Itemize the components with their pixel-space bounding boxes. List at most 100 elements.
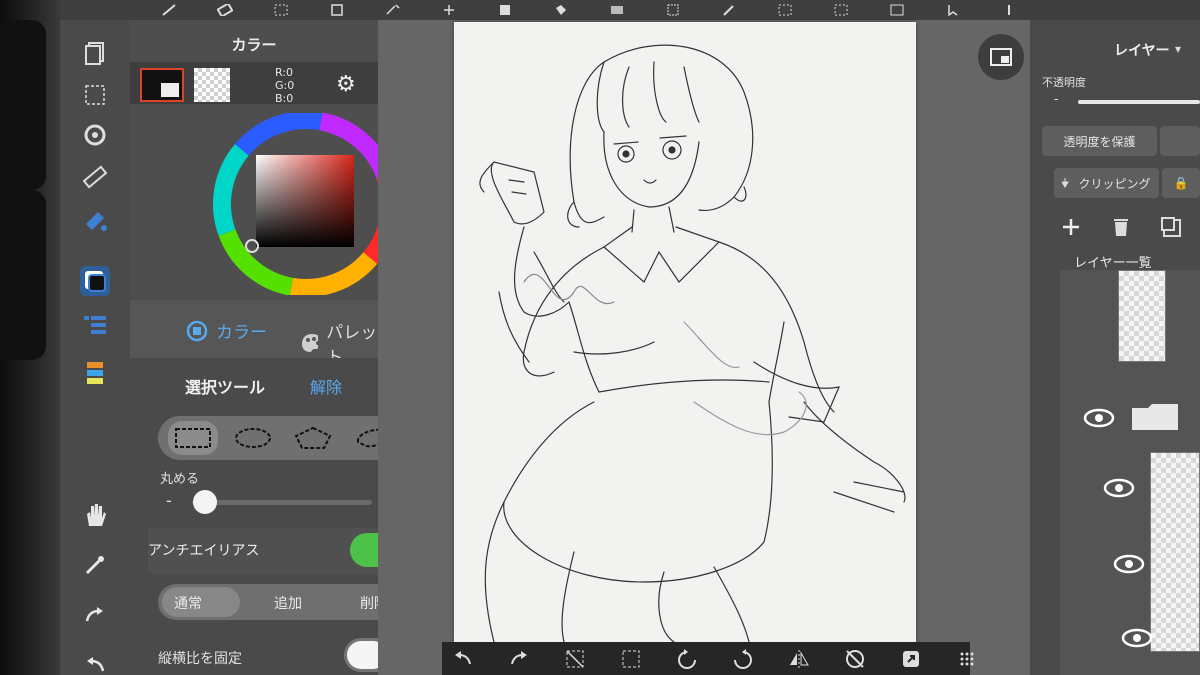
top-toolbar — [60, 0, 1200, 20]
eye-icon[interactable] — [1082, 408, 1116, 428]
clipping-button[interactable]: クリッピング — [1054, 168, 1159, 198]
tablet-bezel — [0, 0, 60, 675]
rotate-left-icon[interactable] — [676, 648, 698, 670]
round-corner-label: 丸める — [160, 472, 200, 487]
color-panel-icon[interactable] — [80, 266, 110, 296]
round-corner-slider[interactable] — [192, 500, 372, 505]
foreground-color-swatch[interactable] — [140, 68, 184, 102]
deselect-icon[interactable] — [564, 648, 586, 670]
bucket-icon[interactable] — [552, 4, 570, 16]
rgb-b-value: B:0 — [275, 92, 294, 105]
layer-list-icon[interactable] — [80, 310, 110, 340]
selection-tool-panel: 選択ツール 解除 丸める 0% - + アンチエイリアス 通常 追加 削除 — [130, 358, 428, 675]
swatch-row: R:0 G:0 B:0 ⚙ — [130, 62, 378, 105]
fill-icon[interactable] — [496, 4, 514, 16]
lock-icon[interactable]: 🔒 — [1162, 168, 1200, 198]
canvas-view-toggle-button[interactable] — [978, 34, 1024, 80]
select-eraser-icon[interactable] — [832, 4, 850, 16]
redo-bottom-icon[interactable] — [508, 648, 530, 670]
eraser-icon[interactable] — [216, 4, 234, 16]
selection-mode-segmented: 通常 追加 削除 — [158, 584, 414, 620]
antialias-label: アンチエイリアス — [148, 543, 260, 559]
fill-bucket-icon[interactable] — [80, 205, 110, 235]
magic-wand-icon[interactable] — [384, 4, 402, 16]
cursor-icon[interactable] — [944, 4, 962, 16]
tab-color[interactable]: カラー — [186, 318, 267, 343]
eyedropper-side-icon[interactable] — [80, 550, 110, 580]
mode-add[interactable]: 追加 — [274, 593, 302, 613]
gear-icon[interactable]: ⚙ — [336, 72, 356, 97]
menu-grid-icon[interactable] — [956, 648, 978, 670]
frame-icon[interactable] — [888, 4, 906, 16]
protect-alpha-button[interactable]: 透明度を保護 — [1042, 126, 1157, 156]
selection-shape-row — [158, 416, 412, 460]
clear-selection-button[interactable]: 解除 — [310, 374, 342, 398]
opacity-decrease-button[interactable]: - — [1054, 92, 1058, 106]
pages-icon[interactable] — [80, 38, 110, 68]
color-tab-row: カラー パレット — [130, 300, 378, 368]
selection-layer-icon[interactable] — [80, 80, 110, 110]
select-all-icon[interactable] — [620, 648, 642, 670]
select-pen-icon[interactable] — [776, 4, 794, 16]
clip-arrow-icon — [1062, 178, 1070, 188]
layer-thumbnail[interactable] — [1118, 270, 1166, 362]
hand-icon[interactable] — [80, 500, 110, 530]
selection-header: 選択ツール 解除 — [130, 358, 378, 410]
eye-icon[interactable] — [1112, 554, 1146, 574]
canvas-bottom-toolbar — [442, 642, 974, 675]
reset-rotation-icon[interactable] — [844, 648, 866, 670]
flip-horizontal-icon[interactable] — [788, 648, 810, 670]
clipping-label: クリッピング — [1078, 176, 1151, 191]
palette-icon — [302, 334, 319, 352]
slider-knob[interactable] — [193, 490, 217, 514]
layer-option-button[interactable] — [1160, 126, 1200, 156]
select-icon[interactable] — [272, 4, 290, 16]
text-icon[interactable] — [1000, 4, 1018, 16]
slider-decrease-button[interactable]: - — [166, 491, 172, 510]
ruler-icon[interactable] — [80, 162, 110, 192]
rgb-r-value: R:0 — [275, 66, 294, 79]
eyedropper-icon[interactable] — [720, 4, 738, 16]
eye-icon[interactable] — [1120, 628, 1154, 648]
adjust-icon[interactable] — [80, 358, 110, 388]
opacity-slider[interactable] — [1078, 100, 1200, 104]
rotate-right-icon[interactable] — [732, 648, 754, 670]
mode-normal[interactable]: 通常 — [174, 593, 202, 613]
layer-panel: レイヤー ▾ 不透明度 - 透明度を保護 クリッピング 🔒 レイヤー一覧 La — [1030, 20, 1200, 675]
chevron-down-icon[interactable]: ▾ — [1175, 42, 1181, 56]
add-layer-icon[interactable] — [1060, 216, 1082, 238]
gradient-icon[interactable] — [608, 4, 626, 16]
layer-image-icon[interactable] — [1160, 216, 1182, 238]
rectangle-select-icon[interactable] — [168, 421, 218, 455]
layer-list-label: レイヤー一覧 — [1074, 256, 1152, 271]
snap-icon[interactable] — [80, 120, 110, 150]
rgb-g-value: G:0 — [275, 79, 295, 92]
line-art-sketch — [479, 44, 906, 642]
color-panel: カラー R:0 G:0 B:0 ⚙ — [130, 20, 399, 300]
rgb-readout: R:0 G:0 B:0 — [275, 66, 294, 105]
move-icon[interactable] — [440, 4, 458, 16]
layer-thumbnail[interactable] — [1150, 452, 1200, 652]
selection-tool-title: 選択ツール — [185, 378, 266, 397]
window-icon — [990, 48, 1012, 66]
transparent-swatch[interactable] — [194, 68, 230, 102]
eye-icon[interactable] — [1102, 478, 1136, 498]
app-screen: カラー R:0 G:0 B:0 ⚙ カラー パレッ 選択ツール 解除 丸める -… — [60, 0, 1200, 675]
tab-color-label: カラー — [216, 323, 267, 343]
folder-icon[interactable] — [1130, 400, 1182, 434]
undo-bottom-icon[interactable] — [452, 648, 474, 670]
ellipse-select-icon[interactable] — [228, 421, 278, 455]
bezel-shadow — [0, 20, 46, 190]
trash-icon[interactable] — [1110, 216, 1132, 238]
drawing-canvas[interactable] — [454, 22, 916, 642]
undo-icon[interactable] — [80, 650, 110, 675]
expand-icon[interactable] — [900, 648, 922, 670]
layer-mask-icon[interactable] — [328, 4, 346, 16]
polygon-select-icon[interactable] — [288, 421, 338, 455]
blur-icon[interactable] — [664, 4, 682, 16]
redo-icon[interactable] — [80, 600, 110, 630]
color-wheel[interactable] — [210, 113, 402, 295]
tablet-photo: カラー R:0 G:0 B:0 ⚙ カラー パレッ 選択ツール 解除 丸める -… — [0, 0, 1200, 675]
brush-icon[interactable] — [160, 4, 178, 16]
opacity-label: 不透明度 — [1042, 76, 1086, 89]
